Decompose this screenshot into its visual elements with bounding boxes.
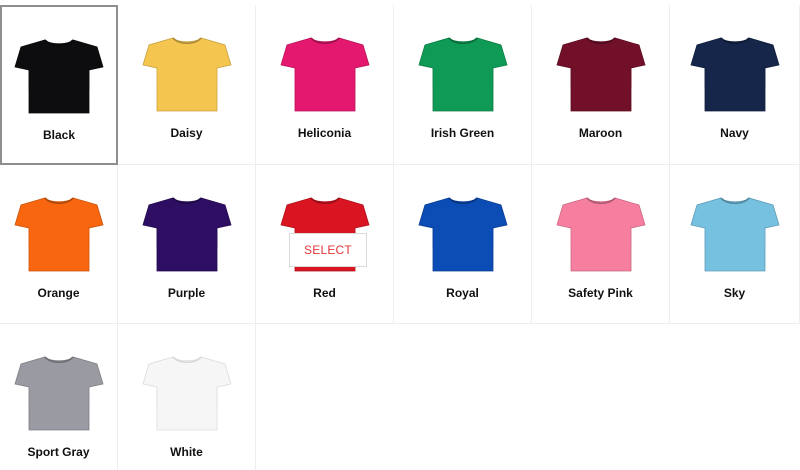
swatch-daisy[interactable]: Daisy bbox=[118, 5, 256, 165]
swatch-navy[interactable]: Navy bbox=[670, 5, 800, 165]
swatch-label: Heliconia bbox=[297, 126, 352, 140]
tshirt-navy-icon bbox=[689, 33, 781, 113]
swatch-sport-gray[interactable]: Sport Gray bbox=[0, 324, 118, 470]
tshirt-irish-green-icon bbox=[417, 33, 509, 113]
tshirt-purple-icon bbox=[141, 193, 233, 273]
swatch-label: Daisy bbox=[170, 126, 203, 140]
swatch-royal[interactable]: Royal bbox=[394, 165, 532, 324]
color-swatch-grid: Black Daisy Heliconia Irish Green Maroon… bbox=[0, 0, 800, 470]
swatch-label: Orange bbox=[37, 286, 80, 300]
select-button[interactable]: SELECT bbox=[289, 233, 367, 267]
swatch-irish-green[interactable]: Irish Green bbox=[394, 5, 532, 165]
swatch-label: Navy bbox=[720, 126, 749, 140]
swatch-label: Purple bbox=[167, 286, 206, 300]
swatch-label: White bbox=[170, 445, 203, 459]
tshirt-royal-icon bbox=[417, 193, 509, 273]
tshirt-safety-pink-icon bbox=[555, 193, 647, 273]
swatch-label: Black bbox=[42, 128, 76, 142]
swatch-label: Sport Gray bbox=[27, 445, 90, 459]
swatch-black[interactable]: Black bbox=[0, 5, 118, 165]
swatch-label: Maroon bbox=[578, 126, 623, 140]
swatch-sky[interactable]: Sky bbox=[670, 165, 800, 324]
tshirt-orange-icon bbox=[13, 193, 105, 273]
tshirt-sky-icon bbox=[689, 193, 781, 273]
swatch-maroon[interactable]: Maroon bbox=[532, 5, 670, 165]
swatch-purple[interactable]: Purple bbox=[118, 165, 256, 324]
tshirt-heliconia-icon bbox=[279, 33, 371, 113]
swatch-white[interactable]: White bbox=[118, 324, 256, 470]
swatch-safety-pink[interactable]: Safety Pink bbox=[532, 165, 670, 324]
tshirt-maroon-icon bbox=[555, 33, 647, 113]
swatch-label: Royal bbox=[446, 286, 479, 300]
tshirt-daisy-icon bbox=[141, 33, 233, 113]
tshirt-black-icon bbox=[13, 35, 105, 115]
swatch-label: Sky bbox=[723, 286, 746, 300]
tshirt-sport-gray-icon bbox=[13, 352, 105, 432]
tshirt-white-icon bbox=[141, 352, 233, 432]
swatch-label: Irish Green bbox=[430, 126, 495, 140]
swatch-label: Safety Pink bbox=[568, 286, 633, 300]
swatch-heliconia[interactable]: Heliconia bbox=[256, 5, 394, 165]
swatch-label: Red bbox=[313, 286, 336, 300]
swatch-orange[interactable]: Orange bbox=[0, 165, 118, 324]
